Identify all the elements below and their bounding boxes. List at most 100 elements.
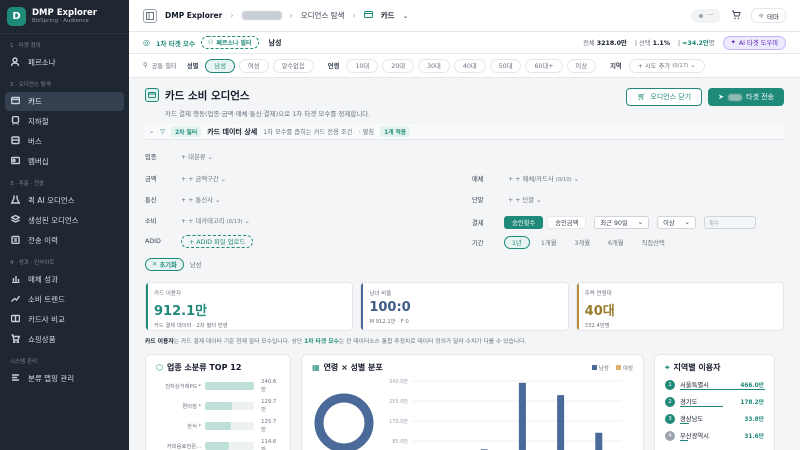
breadcrumb-current[interactable]: 카드 xyxy=(381,10,395,21)
status-pill[interactable]: ··· xyxy=(691,8,722,23)
sidebar-item-label: 버스 xyxy=(28,137,42,146)
industry-add[interactable]: + 대분류 ⌄ xyxy=(181,152,213,161)
industry-row[interactable]: 커피음료전문... 114.6만 xyxy=(156,439,280,450)
region-bar xyxy=(680,389,765,390)
period-select[interactable]: 최근 90일 ⌄ xyxy=(594,216,650,229)
topbar: DMP Explorer › › 오디언스 탐색 › 카드 ⌄ ··· ☼ 테마 xyxy=(129,0,800,32)
sun-icon: ☼ xyxy=(758,11,765,20)
industry-label: 전자상거래PG * xyxy=(165,384,202,390)
age-panel-title: 연령 × 성별 분포 xyxy=(323,363,383,372)
legend-label: 여성 xyxy=(622,365,633,372)
sidebar-item-flask[interactable]: 퀵 AI 오디언스 xyxy=(5,191,124,210)
bus-icon xyxy=(11,136,20,147)
unit-add[interactable]: + + 단말 ⌄ xyxy=(508,195,541,204)
gender-chip[interactable]: 남성 xyxy=(205,58,235,73)
ai-button-label: AI 타겟 도우미 xyxy=(738,40,778,47)
media-count: (0/10) xyxy=(555,177,572,183)
adid-label: ADID xyxy=(145,238,161,245)
adid-upload-button[interactable]: + ADID 파일 업로드 xyxy=(181,235,254,248)
duration-option[interactable]: 직접선택 xyxy=(635,236,672,249)
target-stats: 전체 3218.0만 | 선택 1.1% | ≈34.2만명 ✦ AI 타겟 도우… xyxy=(583,35,786,50)
duration-option[interactable]: 3개월 xyxy=(567,236,597,249)
send-target-button[interactable]: ➤ 타겟 전송 xyxy=(708,88,784,106)
note-highlight: 1차 타겟 모수 xyxy=(304,339,339,345)
age-chip[interactable]: 20대 xyxy=(382,58,414,73)
region-rank: 1 xyxy=(665,379,675,390)
period-select-value: 최근 90일 xyxy=(600,220,628,227)
region-label: 경상남도 xyxy=(680,416,704,423)
metric-sub: M 912.1만 · F 0 xyxy=(369,319,409,325)
count-input[interactable]: 횟수 xyxy=(703,216,756,229)
sidebar-item-label: 카드 xyxy=(28,97,42,106)
consume-add[interactable]: + + 대카테고리 (0/13) ⌄ xyxy=(181,216,250,225)
gender-chip[interactable]: 여성 xyxy=(239,58,269,73)
cart-icon xyxy=(11,334,21,345)
close-audience-button[interactable]: 🛒︎ 오디언스 닫기 xyxy=(626,88,703,106)
persona-filter-button[interactable]: ⚇ 페르소나 필터 xyxy=(200,36,259,49)
duration-option[interactable]: 1개월 xyxy=(534,236,564,249)
card-detail-fold[interactable]: · 펼침 xyxy=(358,127,374,136)
gender-chip[interactable]: 알수없음 xyxy=(272,58,314,73)
amount-add[interactable]: + + 금액구간 ⌄ xyxy=(181,174,226,183)
payment-option[interactable]: 승인금액 xyxy=(547,216,587,229)
region-rank: 3 xyxy=(665,413,675,424)
age-chip[interactable]: 50대 xyxy=(489,58,522,73)
payment-option[interactable]: 승인횟수 xyxy=(504,216,544,229)
region-count: (0/17) xyxy=(672,62,689,69)
industry-row[interactable]: 전자상거래PG * 240.6만 xyxy=(156,379,280,393)
sidebar: D DMP Explorer BizSpring · Audience 1 · … xyxy=(0,0,129,450)
age-chip[interactable]: 40대 xyxy=(453,58,486,73)
chevron-down-icon[interactable]: ⌄ xyxy=(403,12,409,20)
sidebar-item-compare[interactable]: 카드사 비교 xyxy=(5,310,124,329)
compare-select[interactable]: 이상 ⌄ xyxy=(657,216,696,229)
card-icon xyxy=(145,88,159,102)
ai-target-button[interactable]: ✦ AI 타겟 도우미 xyxy=(722,35,786,50)
card-icon xyxy=(363,11,373,20)
industry-row[interactable]: 편의점 * 129.7만 xyxy=(156,399,280,413)
reset-button[interactable]: ✕ 초기화 xyxy=(145,258,184,271)
sidebar-item-trend[interactable]: 소비 트렌드 xyxy=(5,290,124,309)
industry-row[interactable]: 한식 * 125.7만 xyxy=(156,419,280,433)
send-icon: ➤ xyxy=(718,93,724,101)
breadcrumb-section[interactable]: 오디언스 탐색 xyxy=(301,10,345,21)
sidebar-item-layers[interactable]: 생성된 오디언스 xyxy=(5,211,124,230)
age-chip[interactable]: 60대+ xyxy=(525,58,563,73)
card-detail-bar[interactable]: ⌄ ▽ 2차 필터 카드 데이터 상세 1차 모수를 좁히는 카드 전용 조건 … xyxy=(145,124,784,140)
sidebar-item-cart[interactable]: 쇼핑상품 xyxy=(5,330,124,349)
duration-option[interactable]: 1년 xyxy=(504,236,530,249)
industry-rows: 전자상거래PG * 240.6만편의점 * 129.7만한식 * 125.7만커피음료… xyxy=(156,379,280,450)
sidebar-section-label: 4 · 성과 · 인사이트 xyxy=(10,260,55,266)
media-add[interactable]: + + 매체/카드사 (0/10) ⌄ xyxy=(508,174,579,183)
region-label: 서울특별시 xyxy=(680,382,709,389)
bar-male xyxy=(595,432,603,450)
sidebar-item-membership[interactable]: 멤버십 xyxy=(5,152,124,171)
target-label: 1차 타겟 모수 xyxy=(155,39,195,48)
sidebar-item-label: 지하철 xyxy=(28,117,49,126)
industry-value: + 대분류 xyxy=(181,154,206,161)
note-text: 는 전 데이터소스 통합 추정치로 데이터 정의가 달라 수치가 다를 수 있습… xyxy=(338,339,527,345)
sidebar-toggle-button[interactable] xyxy=(143,8,157,23)
cart-icon[interactable] xyxy=(731,10,741,22)
breadcrumb-root[interactable]: DMP Explorer xyxy=(165,11,222,20)
sidebar-item-bar-chart[interactable]: 매체 성과 xyxy=(5,270,124,289)
chevron-down-icon[interactable]: ⌄ xyxy=(149,128,154,135)
theme-button[interactable]: ☼ 테마 xyxy=(751,8,786,23)
region-add-button[interactable]: + 시도 추가 (0/17) ⌄ xyxy=(628,58,705,73)
industry-panel-title: 업종 소분류 TOP 12 xyxy=(166,363,242,372)
metric-card-users: 카드 이용자 912.1만 카드 결제 데이터 · 2차 필터 반영 xyxy=(145,282,354,331)
sidebar-item-persona[interactable]: 페르소나 xyxy=(5,53,124,72)
note-bold: 카드 이용자 xyxy=(145,339,174,345)
sidebar-item-subway[interactable]: 지하철 xyxy=(5,112,124,131)
map-pin-icon: ⌖ xyxy=(665,362,670,372)
age-chip[interactable]: 이상 xyxy=(566,58,597,73)
sidebar-item-clipboard[interactable]: 전송 이력 xyxy=(5,231,124,250)
sidebar-item-label: 생성된 오디언스 xyxy=(28,216,79,225)
sidebar-item-card[interactable]: 카드 xyxy=(5,92,124,111)
telecom-add[interactable]: + + 통신사 ⌄ xyxy=(181,195,220,204)
sidebar-item-mapping[interactable]: 분류 맵핑 관리 xyxy=(5,369,124,388)
sidebar-item-bus[interactable]: 버스 xyxy=(5,132,124,151)
close-audience-label: 오디언스 닫기 xyxy=(650,93,692,101)
duration-option[interactable]: 6개월 xyxy=(601,236,631,249)
age-chip[interactable]: 10대 xyxy=(346,58,379,73)
age-chip[interactable]: 30대 xyxy=(418,58,450,73)
